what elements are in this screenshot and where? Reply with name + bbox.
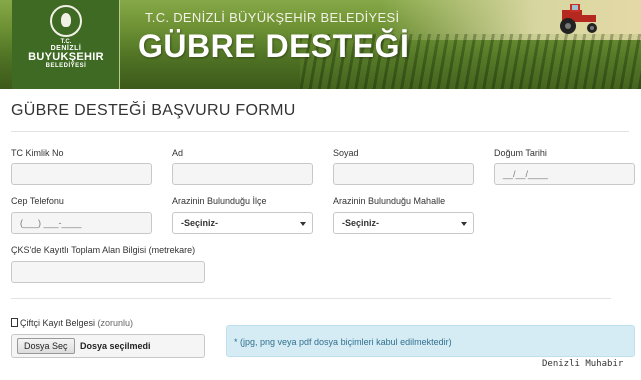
cks-alan-input[interactable] <box>11 261 205 283</box>
file-input[interactable]: Dosya Seç Dosya seçilmedi <box>11 334 205 358</box>
municipality-logo[interactable]: T.C. DENİZLİ BUYUKŞEHIR BELEDİYESİ <box>12 0 120 89</box>
logo-subtitle: BELEDİYESİ <box>45 63 87 69</box>
header-banner: T.C. DENİZLİ BUYUKŞEHIR BELEDİYESİ T.C. … <box>0 0 641 89</box>
phone-mask: (___) ___-____ <box>20 218 82 228</box>
chevron-down-icon <box>461 222 467 226</box>
document-icon <box>11 318 18 327</box>
file-status: Dosya seçilmedi <box>80 341 151 351</box>
upload-label: Çiftçi Kayıt Belgesi (zorunlu) <box>11 318 133 328</box>
dogum-tarihi-label: Doğum Tarihi <box>494 148 547 158</box>
soyad-input[interactable] <box>333 163 474 185</box>
cep-telefonu-input[interactable]: (___) ___-____ <box>11 212 152 234</box>
mahalle-select[interactable]: -Seçiniz- <box>333 212 474 234</box>
emblem-icon <box>50 5 82 37</box>
section-divider <box>11 298 611 299</box>
tc-kimlik-input[interactable] <box>11 163 152 185</box>
choose-file-button[interactable]: Dosya Seç <box>17 338 75 354</box>
logo-name: BUYUKŞEHIR <box>28 51 104 63</box>
upload-required-note: (zorunlu) <box>97 318 134 328</box>
ilce-label: Arazinin Bulunduğu İlçe <box>172 196 267 206</box>
cep-telefonu-label: Cep Telefonu <box>11 196 64 206</box>
ad-input[interactable] <box>172 163 313 185</box>
ilce-selected: -Seçiniz- <box>181 218 219 228</box>
tractor-icon <box>560 4 597 34</box>
date-mask: __/__/____ <box>503 169 549 179</box>
mahalle-label: Arazinin Bulunduğu Mahalle <box>333 196 446 206</box>
dogum-tarihi-input[interactable]: __/__/____ <box>494 163 635 185</box>
ilce-select[interactable]: -Seçiniz- <box>172 212 313 234</box>
soyad-label: Soyad <box>333 148 359 158</box>
form-title: GÜBRE DESTEĞİ BAŞVURU FORMU <box>11 102 296 119</box>
chevron-down-icon <box>300 222 306 226</box>
watermark: Denizli Muhabir <box>540 359 626 369</box>
title-divider <box>11 131 629 132</box>
banner-title: GÜBRE DESTEĞİ <box>138 28 410 64</box>
ad-label: Ad <box>172 148 184 158</box>
mahalle-selected: -Seçiniz- <box>342 218 380 228</box>
tc-kimlik-label: TC Kimlik No <box>11 148 64 158</box>
upload-label-text: Çiftçi Kayıt Belgesi <box>20 318 96 328</box>
cks-alan-label: ÇKS'de Kayıtlı Toplam Alan Bilgisi (metr… <box>11 245 196 255</box>
institution-name: T.C. DENİZLİ BÜYÜKŞEHİR BELEDİYESİ <box>145 10 400 25</box>
file-format-note: * (jpg, png veya pdf dosya biçimleri kab… <box>226 325 635 357</box>
